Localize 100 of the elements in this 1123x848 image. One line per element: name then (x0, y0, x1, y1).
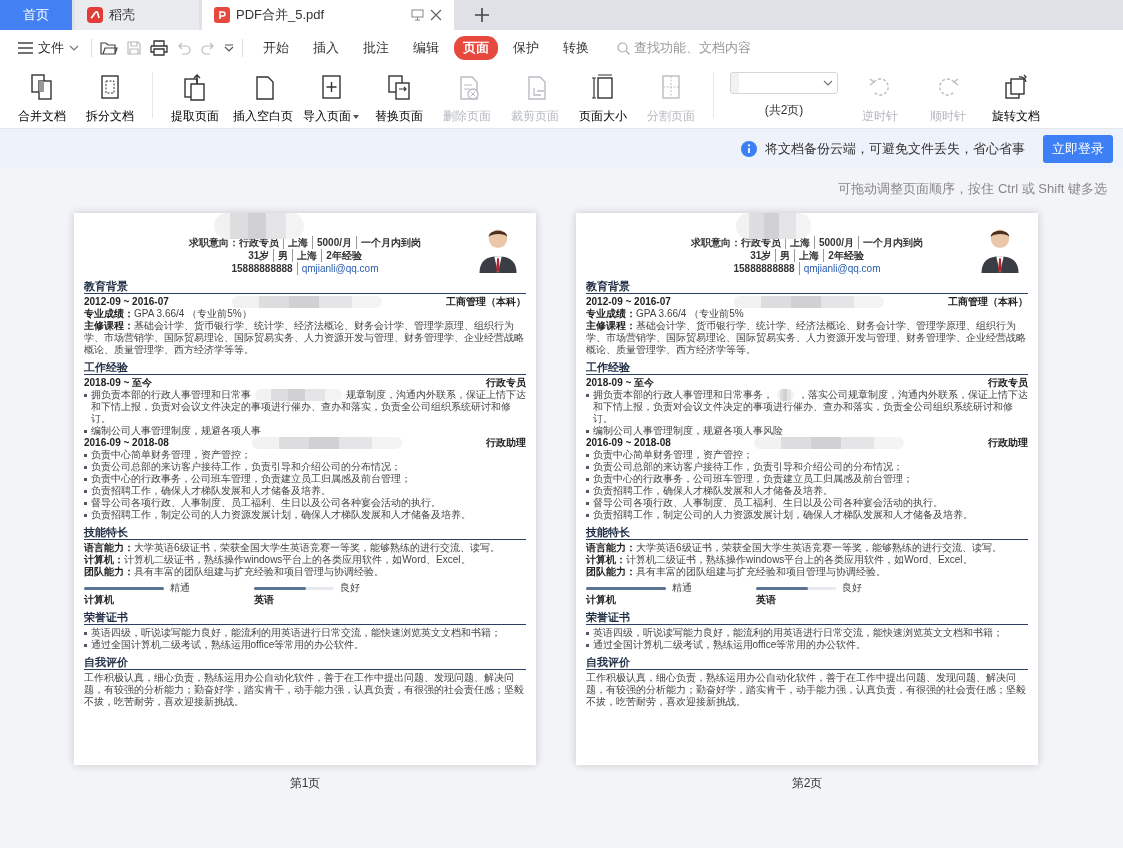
bullet-text: 负责中心的行政事务，公司班车管理，负责建立员工归属感及前台管理； (592, 473, 913, 485)
paragraph: 专业成绩：GPA 3.66/4 （专业前5%） (84, 308, 253, 320)
tab[interactable]: 首页 (0, 0, 72, 30)
chevron-down-icon[interactable] (224, 44, 234, 52)
email-text: qmjianli@qq.com (798, 262, 885, 275)
bullet-icon (586, 430, 589, 433)
bullet-text: 规章制度，沟通内外联系，保证上情下达 (346, 389, 526, 401)
ribbon-button[interactable]: 合并文档 (10, 72, 74, 125)
job-title: 行政专员 (486, 377, 526, 389)
bullet-icon (84, 632, 87, 635)
bullet-icon (586, 466, 589, 469)
date-range: 2018-09 ~ 至今 (586, 377, 655, 389)
bullet-icon (84, 502, 87, 505)
ribbon-button[interactable]: 拆分文档 (78, 72, 142, 125)
paragraph: 语言能力：大学英语6级证书，荣获全国大学生英语竞赛一等奖，能够熟练的进行交流、读写。 (586, 542, 1003, 554)
paragraph: 计算机：计算机二级证书，熟练操作windows平台上的各类应用软件，如Word、Excel。 (586, 554, 974, 566)
bullet-icon (84, 644, 87, 647)
bullet-icon (586, 490, 589, 493)
job-title: 工商管理（本科） (948, 296, 1028, 308)
bullet-icon (84, 466, 87, 469)
section-heading: 荣誉证书 (84, 610, 526, 625)
pdf-file-icon (214, 7, 230, 23)
bullet-icon (586, 394, 589, 397)
ribbon-button[interactable]: 页面大小 (571, 72, 635, 125)
section-heading: 技能特长 (84, 525, 526, 540)
job-title: 行政助理 (988, 437, 1028, 449)
skill-name: 英语 (254, 594, 275, 606)
bullet-text: 督导公司各项行政、人事制度、员工福利、生日以及公司各种宴会活动的执行。 (90, 497, 441, 509)
document-page[interactable] (74, 213, 536, 765)
bullet-icon (84, 514, 87, 517)
menu-tab[interactable]: 转换 (554, 36, 598, 60)
section-heading: 教育背景 (586, 279, 1028, 294)
login-button[interactable]: 立即登录 (1043, 134, 1113, 163)
section-heading: 荣誉证书 (586, 610, 1028, 625)
bullet-text: 负责招聘工作，确保人才梯队发展和人才储备及培养。 (90, 485, 331, 497)
menu-tab[interactable]: 编辑 (404, 36, 448, 60)
page-caption: 第1页 (289, 775, 321, 792)
info-text: 31岁 (749, 249, 773, 262)
bullet-text: 和下情上报，负责对会议文件决定的事项进行催办、查办和落实，负责全公司组织系统研讨和修订。 (90, 401, 512, 425)
date-range: 2018-09 ~ 至今 (84, 377, 153, 389)
info-text: 上海 (292, 249, 322, 262)
bullet-icon (586, 632, 589, 635)
info-text: 男 (273, 249, 293, 262)
document-page[interactable] (576, 213, 1038, 765)
info-text: 男 (775, 249, 795, 262)
ribbon-button[interactable]: 旋转文档 (984, 72, 1048, 125)
job-title: 行政专员 (988, 377, 1028, 389)
ribbon-button[interactable]: 提取页面 (163, 72, 227, 125)
info-text: 求职意向：行政专员 (690, 236, 782, 249)
bullet-text: 通过全国计算机二级考试，熟练运用office等常用的办公软件。 (90, 639, 365, 651)
paragraph: 计算机：计算机二级证书，熟练操作windows平台上的各类应用软件，如Word、Excel。 (84, 554, 472, 566)
ribbon-button[interactable]: 插入空白页 (231, 72, 295, 125)
chevron-down-icon (69, 45, 79, 51)
paragraph: 工作积极认真，细心负责，熟练运用办公自动化软件，善于在工作中提出问题、发现问题、解决问题，有较强的分析能力；勤奋好学，踏实肯干，动手能力强，认真负责，有很强的社会责任感；坚毅不拔，吃苦耐劳，喜欢迎接新挑战。 (586, 672, 1027, 708)
bullet-text: 负责中心简单财务管理，资产管控； (90, 449, 251, 461)
date-range: 2016-09 ~ 2018-08 (84, 437, 169, 449)
menu-tab[interactable]: 页面 (454, 36, 498, 60)
tab-label: 首页 (23, 6, 49, 24)
tab[interactable]: PDF合并_5.pdf (202, 0, 454, 30)
bullet-icon (586, 514, 589, 517)
info-text: 31岁 (247, 249, 271, 262)
bullet-text: 负责公司总部的来访客户接待工作，负责引导和介绍公司的分布情况； (90, 461, 401, 473)
paragraph: 主修课程：基础会计学、货币银行学、统计学、经济法概论、财务会计学、管理学原理、组织行为学、市场营销学、国际贸易理论、国际贸易实务、人力资源开发与管理、财务管理学、企业经营战略概论、质量管理学、西方经济学等等。 (84, 320, 525, 356)
blur-patch (776, 389, 794, 401)
date-range: 2012-09 ~ 2016-07 (84, 296, 169, 308)
tab-label: PDF合并_5.pdf (236, 6, 325, 24)
menu-icon (18, 42, 33, 54)
file-menu[interactable]: 文件 (14, 36, 83, 60)
section-heading: 技能特长 (586, 525, 1028, 540)
close-icon[interactable] (430, 9, 442, 21)
print-icon[interactable] (150, 40, 168, 56)
skill-name: 英语 (756, 594, 777, 606)
info-text: 5000/月 (312, 236, 356, 249)
bullet-text: 通过全国计算机二级考试，熟练运用office等常用的办公软件。 (592, 639, 867, 651)
tab[interactable]: 稻壳 (75, 0, 199, 30)
skill-name: 计算机 (84, 594, 115, 606)
skill-name: 计算机 (586, 594, 617, 606)
hint-text: 可拖动调整页面顺序，按住 Ctrl 或 Shift 键多选 (837, 180, 1108, 198)
ribbon-button[interactable]: 替换页面 (367, 72, 431, 125)
bullet-text: ，落实公司规章制度，沟通内外联系，保证上情下达 (798, 389, 1028, 401)
bullet-text: 和下情上报，负责对会议文件决定的事项进行催办、查办和落实，负责全公司组织系统研讨和修订。 (592, 401, 1014, 425)
info-text: 15888888888 (732, 262, 796, 275)
info-icon (741, 140, 757, 157)
add-tab-icon[interactable] (475, 8, 489, 22)
bullet-icon (586, 478, 589, 481)
paragraph: 专业成绩：GPA 3.66/4 （专业前5% (586, 308, 745, 320)
notice-text: 将文档备份云端，可避免文件丢失，省心省事 (765, 139, 1025, 158)
info-text: 15888888888 (230, 262, 294, 275)
menu-tab[interactable]: 插入 (304, 36, 348, 60)
menu-tab[interactable]: 开始 (254, 36, 298, 60)
menu-tab[interactable]: 保护 (504, 36, 548, 60)
skill-rating: 良好 (842, 582, 862, 594)
bullet-icon (84, 454, 87, 457)
tab-label: 稻壳 (109, 6, 135, 24)
bullet-text: 负责招聘工作，制定公司的人力资源发展计划，确保人才梯队发展和人才储备及培养。 (90, 509, 471, 521)
app-logo-icon (87, 7, 103, 23)
folder-icon[interactable] (100, 40, 118, 56)
skill-rating: 精通 (170, 582, 190, 594)
menu-tab[interactable]: 批注 (354, 36, 398, 60)
ribbon-button[interactable]: 导入页面 (299, 72, 363, 125)
